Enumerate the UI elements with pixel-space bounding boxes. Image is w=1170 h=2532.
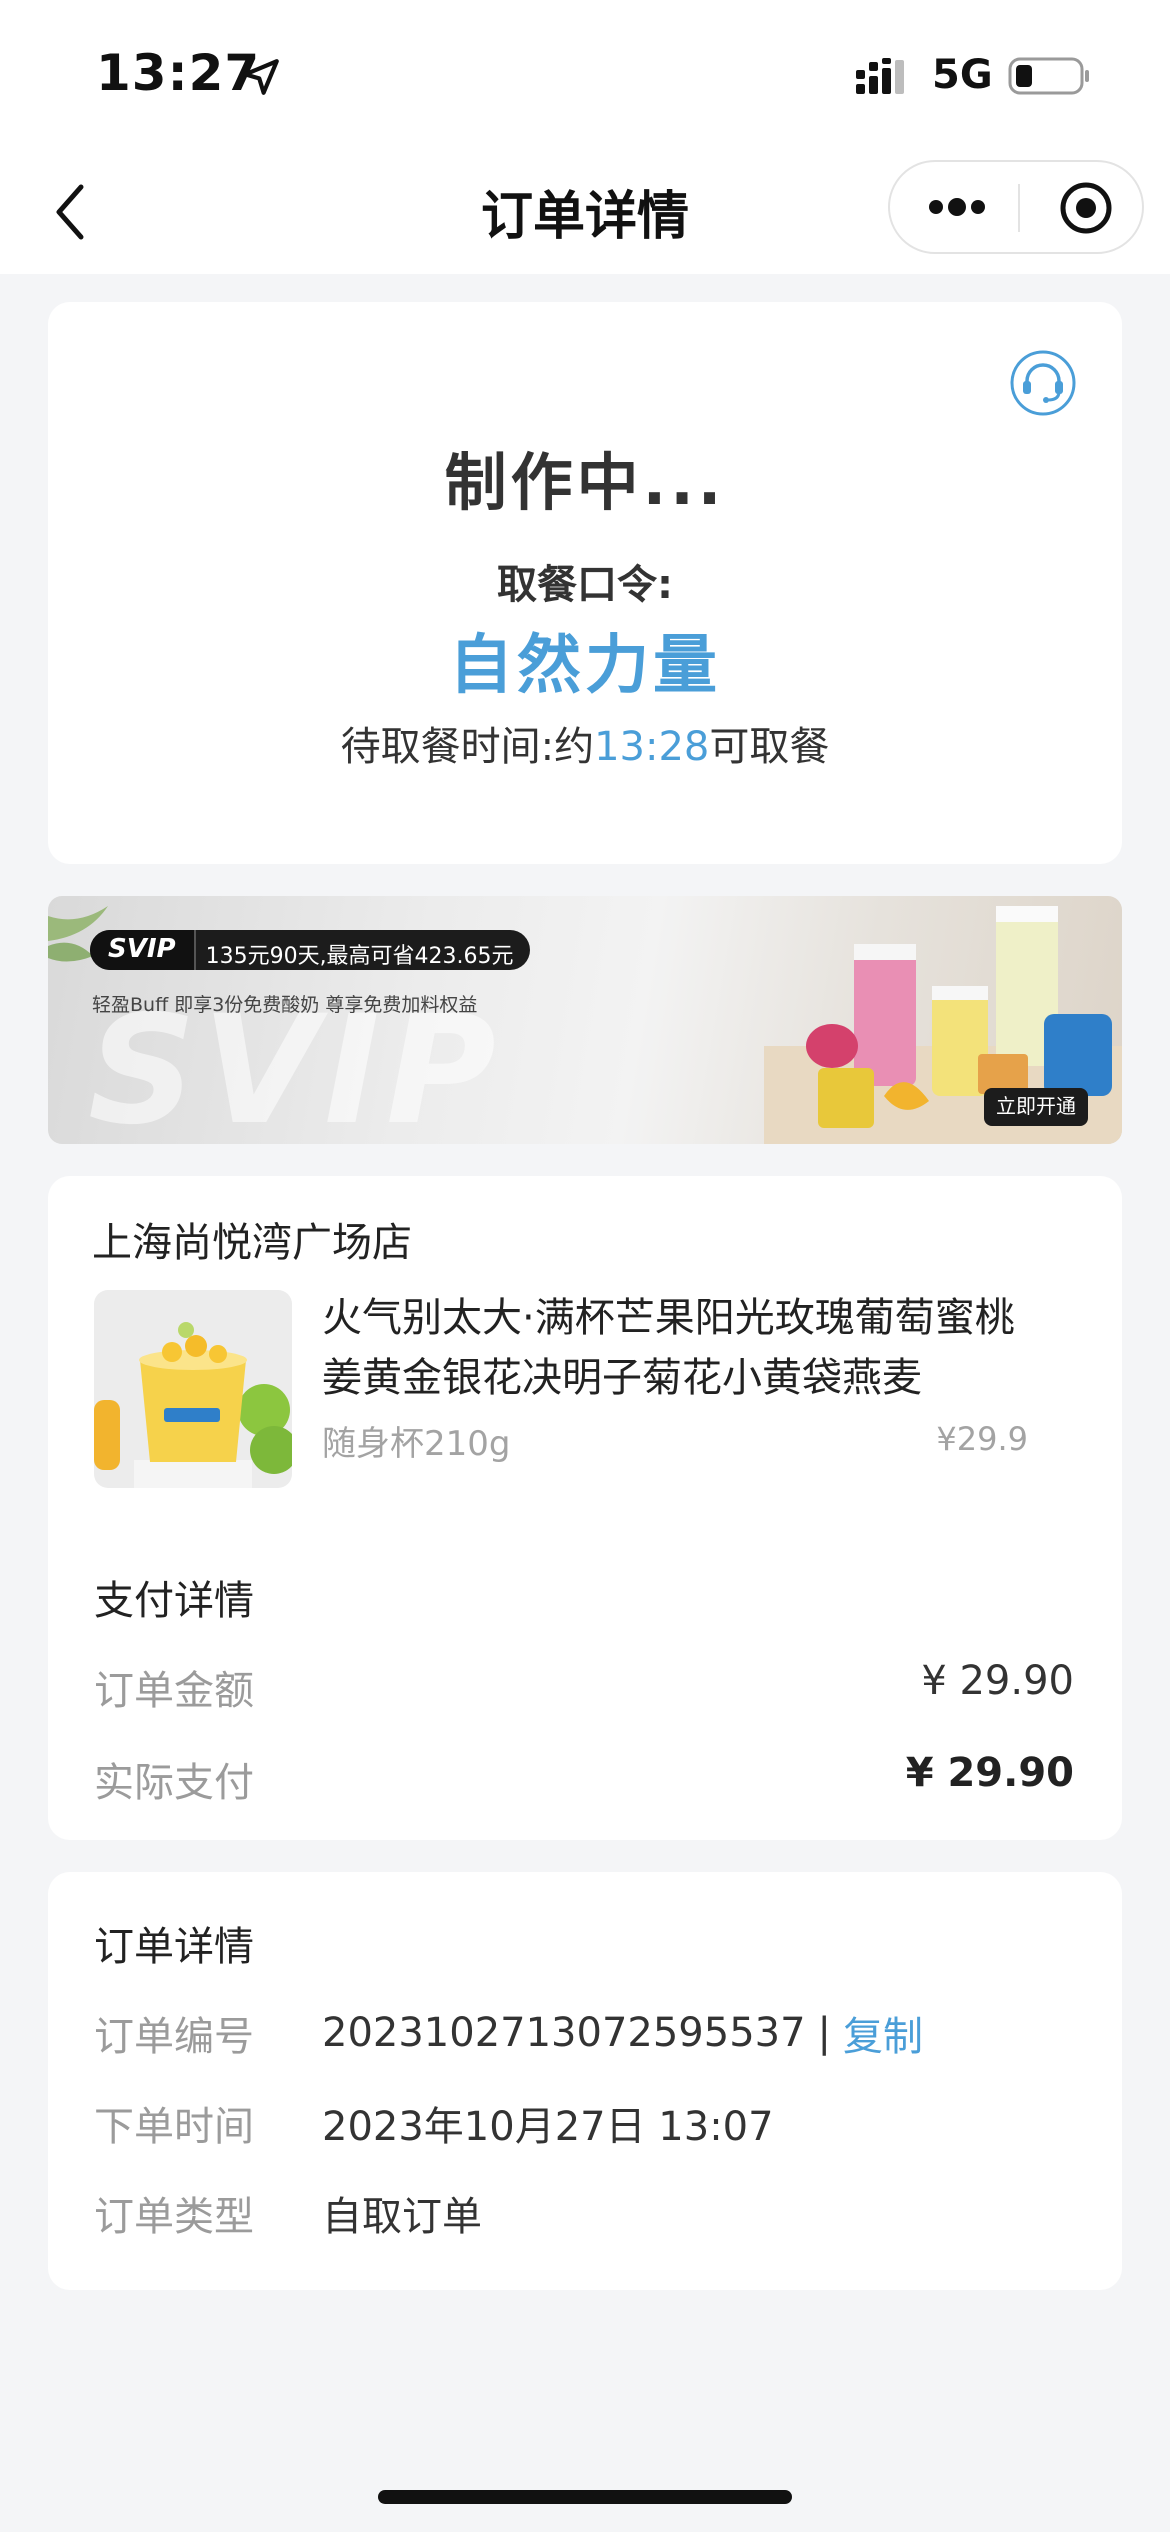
svip-offer-pill: SVIP 135元90天,最高可省423.65元	[90, 930, 530, 970]
actual-payment-label: 实际支付	[94, 1760, 254, 1806]
product-spec: 随身杯210g	[322, 1424, 511, 1464]
product-price: ¥29.9	[936, 1420, 1028, 1458]
store-name: 上海尚悦湾广场店	[92, 1220, 412, 1266]
order-number-label: 订单编号	[94, 2014, 254, 2060]
order-status-card: 制作中... 取餐口令: 自然力量 待取餐时间:约13:28可取餐	[48, 302, 1122, 864]
actual-payment-row: 实际支付 ¥ 29.90	[94, 1750, 1074, 1808]
order-detail-title: 订单详情	[94, 1924, 254, 1970]
order-type-value: 自取订单	[322, 2194, 482, 2240]
close-mini-program-button[interactable]	[1058, 180, 1114, 236]
nav-bar: 订单详情	[0, 150, 1170, 274]
order-time-label: 下单时间	[94, 2104, 254, 2150]
copy-order-number-button[interactable]: 复制	[843, 2004, 923, 2062]
order-number-value: 2023102713072595537	[322, 2010, 806, 2056]
svip-offer-text: 135元90天,最高可省423.65元	[193, 930, 530, 970]
pickup-time-suffix: 可取餐	[709, 724, 830, 770]
order-items-card: 上海尚悦湾广场店 火气别太大·满杯芒果阳光玫瑰葡萄蜜桃姜黄金银花决明子菊花小黄袋…	[48, 1176, 1122, 1840]
target-close-icon	[1060, 182, 1112, 234]
pickup-time-line: 待取餐时间:约13:28可取餐	[48, 714, 1122, 772]
order-amount-label: 订单金额	[94, 1668, 254, 1714]
status-bar: 13:27 5G	[0, 0, 1170, 150]
svip-promo-banner[interactable]: SVIP SVIP 135元90天,最高可省423.65元 轻盈Buff 即享3…	[48, 896, 1122, 1144]
actual-payment-value: ¥ 29.90	[905, 1750, 1074, 1796]
svip-tag: SVIP	[90, 930, 194, 970]
battery-icon	[1008, 57, 1089, 95]
order-type-row: 订单类型 自取订单	[94, 2184, 482, 2242]
order-amount-value: ¥ 29.90	[921, 1658, 1074, 1704]
more-dots-icon	[929, 198, 985, 216]
product-thumbnail	[94, 1290, 292, 1488]
svip-benefits-text: 轻盈Buff 即享3份免费酸奶 尊享免费加料权益	[92, 994, 478, 1016]
order-status-title: 制作中...	[444, 446, 726, 519]
pickup-time-value: 13:28	[594, 724, 710, 770]
customer-service-headset-icon[interactable]	[1008, 348, 1078, 418]
order-time-row: 下单时间 2023年10月27日 13:07	[94, 2094, 774, 2152]
pickup-time-prefix: 待取餐时间:约	[340, 724, 595, 770]
capsule-divider	[1018, 184, 1020, 232]
location-arrow-icon	[243, 59, 279, 95]
order-time-value: 2023年10月27日 13:07	[322, 2104, 774, 2150]
order-amount-row: 订单金额 ¥ 29.90	[94, 1658, 1074, 1716]
order-type-label: 订单类型	[94, 2194, 254, 2240]
more-options-button[interactable]	[926, 186, 988, 228]
signal-strength-icon	[856, 58, 904, 94]
mini-program-capsule	[888, 160, 1144, 254]
pickup-code-value: 自然力量	[449, 629, 721, 703]
svip-open-button[interactable]: 立即开通	[984, 1088, 1088, 1126]
status-time: 13:27	[96, 44, 261, 102]
pickup-code-label: 取餐口令:	[497, 562, 673, 608]
payment-section-title: 支付详情	[94, 1578, 254, 1624]
network-type: 5G	[932, 52, 993, 98]
home-indicator[interactable]	[378, 2490, 792, 2504]
order-detail-card: 订单详情 订单编号 2023102713072595537 | 复制 下单时间 …	[48, 1872, 1122, 2290]
order-number-separator: |	[817, 2010, 832, 2056]
product-name: 火气别太大·满杯芒果阳光玫瑰葡萄蜜桃姜黄金银花决明子菊花小黄袋燕麦	[322, 1295, 1015, 1401]
order-number-row: 订单编号 2023102713072595537 | 复制	[94, 2004, 923, 2062]
